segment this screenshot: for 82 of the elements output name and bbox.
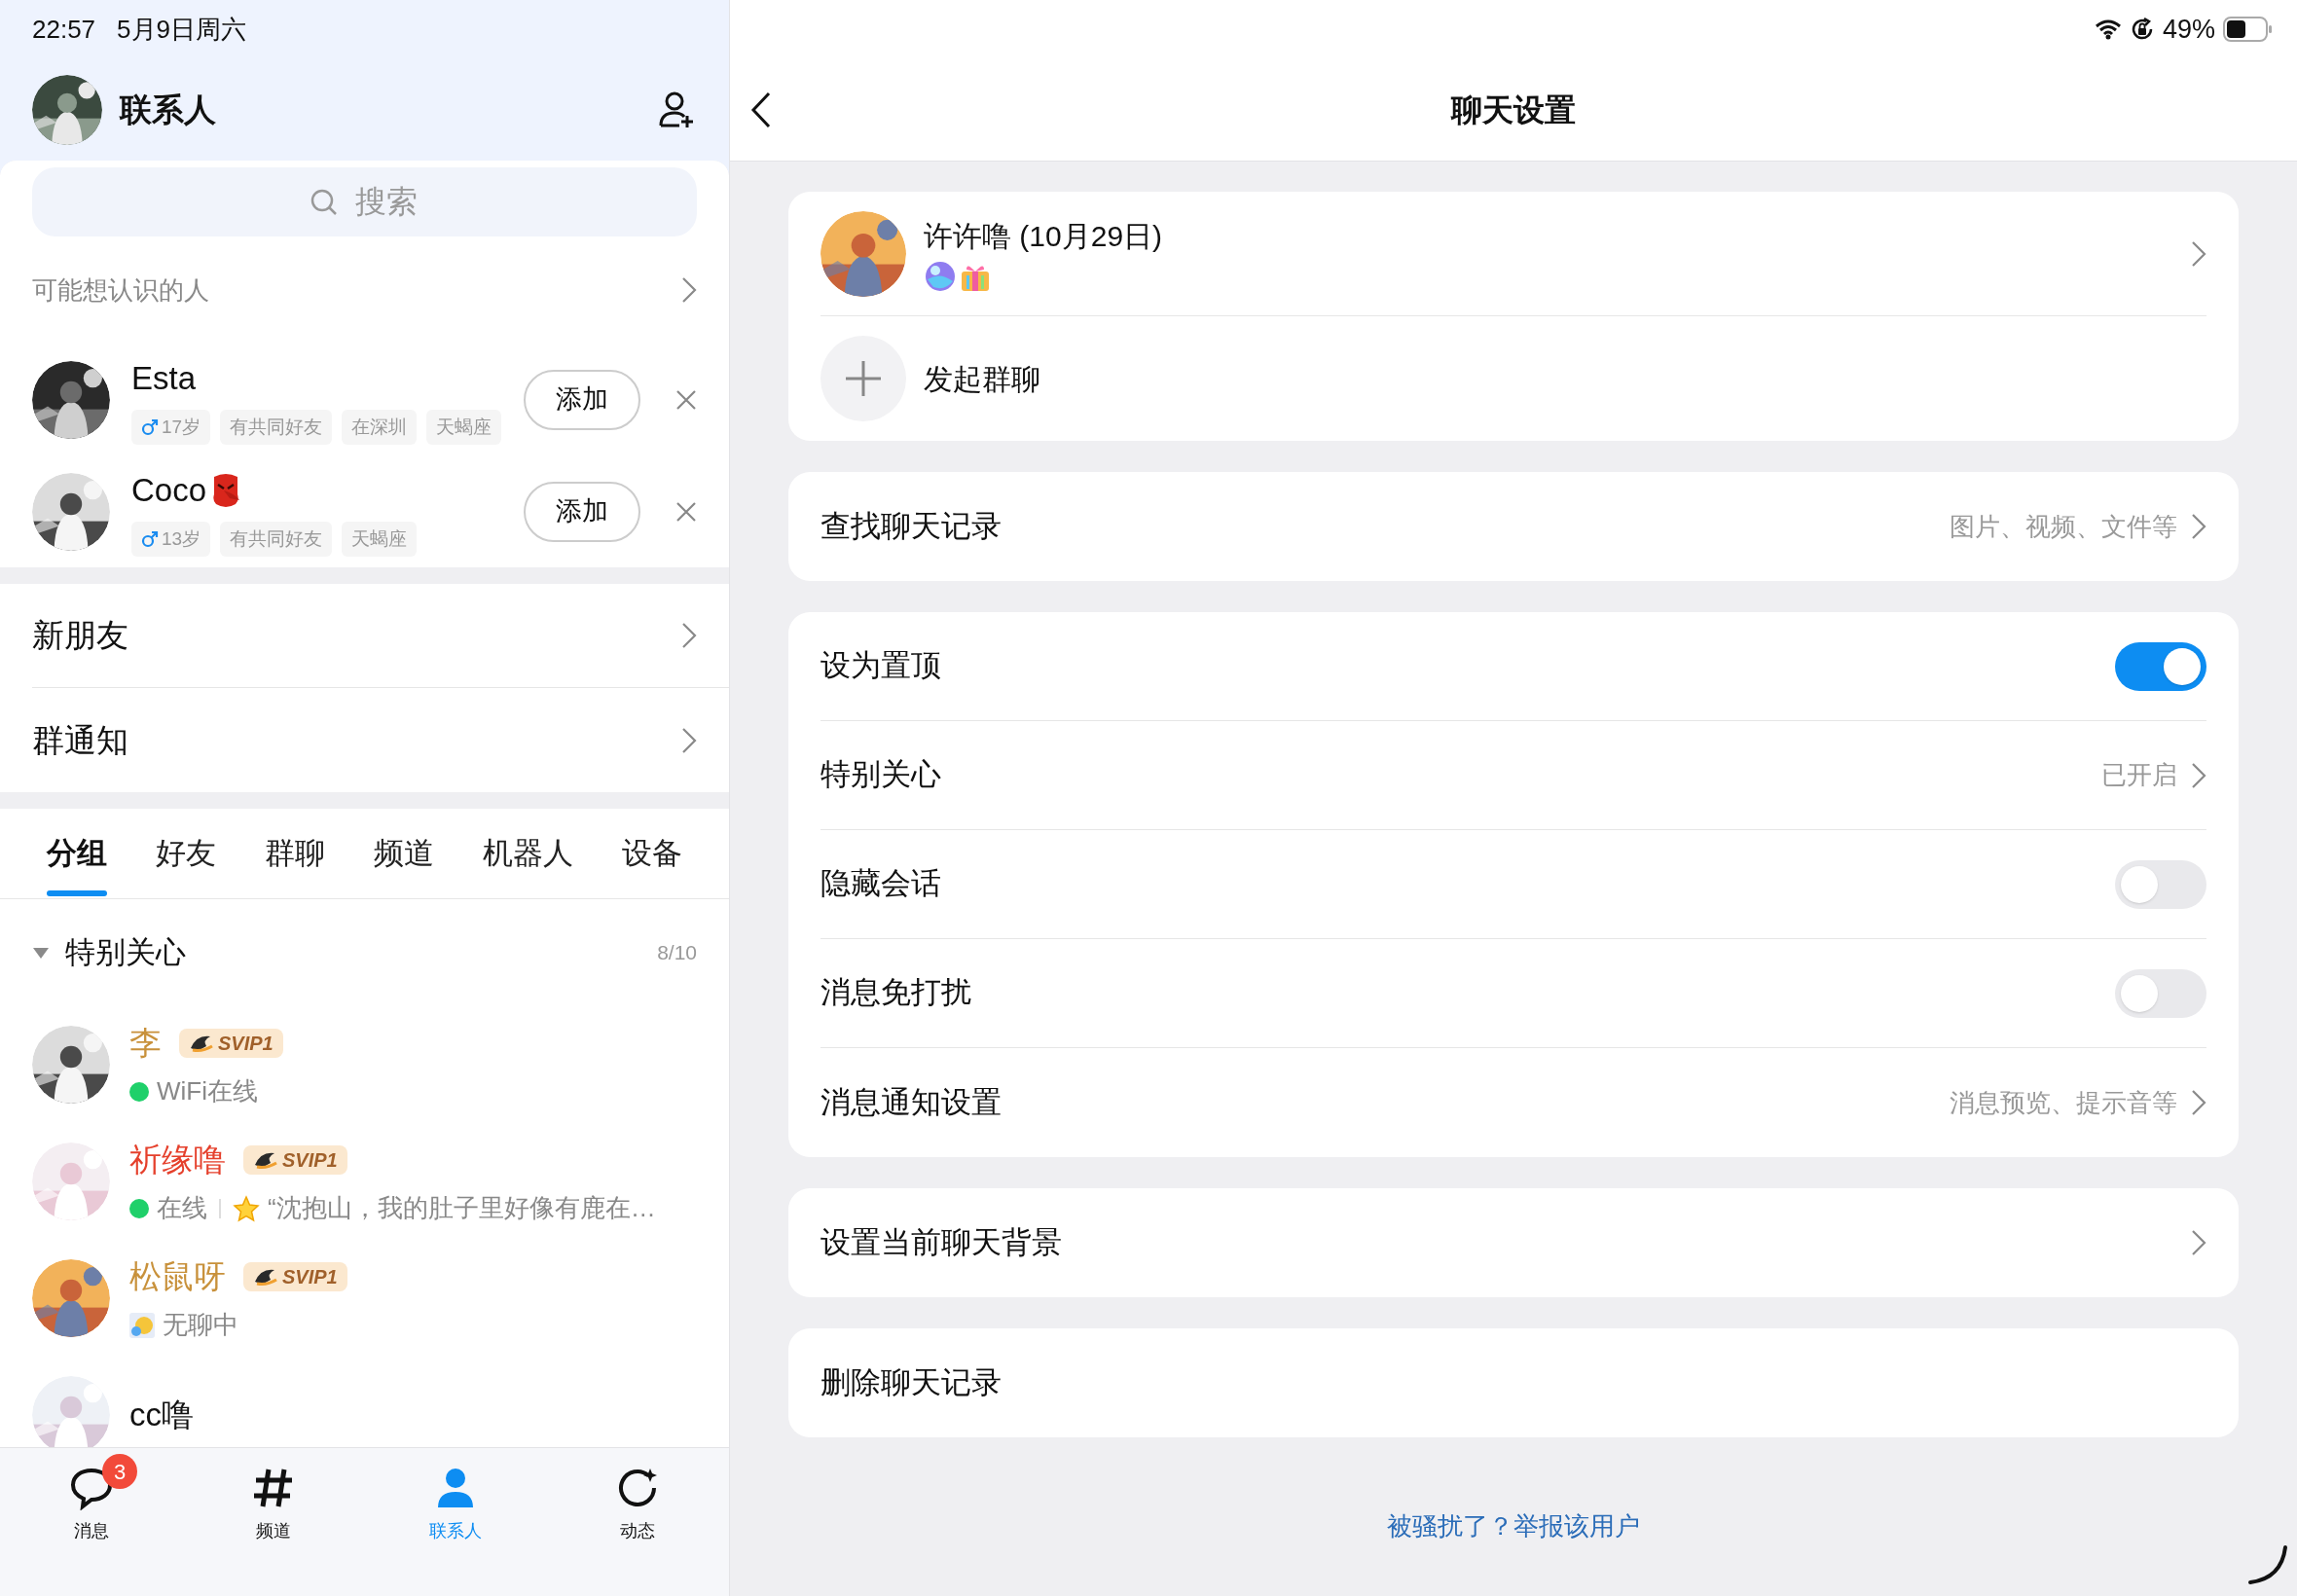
info-tag: 在深圳 (342, 410, 418, 446)
settings-row[interactable]: 删除聊天记录 (820, 1328, 2206, 1437)
row-hint: 已开启 (2101, 759, 2177, 791)
signature-text: “沈抱山，我的肚子里好像有鹿在… (268, 1192, 656, 1225)
chevron-right-icon (681, 622, 697, 649)
chevron-right-icon (681, 726, 697, 754)
category-tab[interactable]: 频道 (356, 809, 452, 898)
settings-row[interactable]: 设置当前聊天背景 (820, 1188, 2206, 1297)
category-tab[interactable]: 好友 (138, 809, 234, 898)
chevron-right-icon (2191, 1089, 2206, 1116)
star-icon (233, 1194, 260, 1222)
category-tab[interactable]: 分组 (29, 809, 125, 898)
status-text: 在线 (157, 1192, 207, 1225)
svip-badge: SVIP1 (179, 1028, 283, 1058)
svip-badge: SVIP1 (243, 1261, 347, 1291)
page-title: 聊天设置 (1451, 91, 1576, 129)
svip-badge: SVIP1 (243, 1144, 347, 1175)
chevron-right-icon (681, 276, 697, 304)
status-time: 22:57 (32, 13, 96, 46)
chat-bubble-icon (68, 1466, 114, 1510)
close-icon[interactable] (675, 500, 697, 523)
male-icon (141, 530, 159, 549)
contact-name: 祈缘噜 (129, 1140, 226, 1179)
chevron-right-icon (2191, 239, 2206, 268)
sleepy-face-icon (129, 1312, 155, 1338)
info-tag: 有共同好友 (220, 522, 333, 558)
contact-name: cc噜 (129, 1396, 194, 1435)
setting-label: 隐藏会话 (820, 865, 942, 903)
toggle-switch[interactable] (2115, 641, 2206, 691)
info-tag: 天蝎座 (426, 410, 502, 446)
search-field[interactable]: 搜索 (32, 167, 697, 236)
category-tab[interactable]: 设备 (604, 809, 700, 898)
plus-icon (820, 336, 906, 421)
settings-row[interactable]: 查找聊天记录 图片、视频、文件等 (820, 472, 2206, 581)
corner-stroke-icon[interactable] (2246, 1543, 2289, 1586)
row-hint: 图片、视频、文件等 (1950, 510, 2177, 543)
age-tag: 17岁 (131, 410, 211, 446)
row-hint: 消息预览、提示音等 (1950, 1086, 2177, 1119)
nav-tab[interactable]: 频道 (242, 1466, 304, 1544)
setting-label: 消息免打扰 (820, 974, 972, 1012)
status-text: WiFi在线 (157, 1075, 258, 1108)
age-tag: 13岁 (131, 522, 211, 558)
unread-badge: 3 (102, 1454, 137, 1489)
contact-name: 许许噜 (10月29日) (924, 219, 1164, 254)
toggle-switch[interactable] (2115, 968, 2206, 1018)
contact-name: 松鼠呀 (129, 1256, 226, 1296)
info-tag: 天蝎座 (342, 522, 418, 558)
male-icon (141, 418, 159, 437)
category-tab[interactable]: 机器人 (465, 809, 591, 898)
back-icon[interactable] (749, 90, 773, 129)
report-link[interactable]: 被骚扰了？举报该用户 (1387, 1507, 1640, 1545)
info-tag: 有共同好友 (220, 410, 333, 446)
section-title: 可能想认识的人 (32, 273, 210, 307)
add-button[interactable]: 添加 (524, 481, 640, 542)
person-name: Coco (131, 470, 207, 510)
add-button[interactable]: 添加 (524, 369, 640, 430)
close-icon[interactable] (675, 388, 697, 411)
menu-row[interactable]: 新朋友 (32, 584, 729, 688)
search-icon (310, 188, 339, 217)
chevron-right-icon (2191, 761, 2206, 789)
status-text: 无聊中 (163, 1309, 238, 1342)
action-row[interactable]: 发起群聊 (820, 316, 2206, 441)
profile-row[interactable]: 许许噜 (10月29日) (820, 192, 2206, 316)
globe-icon (924, 260, 957, 293)
menu-row[interactable]: 群通知 (32, 688, 729, 792)
chevron-right-icon (2191, 513, 2206, 540)
battery-icon (2223, 17, 2274, 42)
chevron-right-icon (2191, 1229, 2206, 1256)
settings-row[interactable]: 特别关心 已开启 (820, 721, 2206, 830)
nav-tab[interactable]: 动态 (607, 1466, 669, 1544)
status-date: 5月9日周六 (117, 13, 246, 46)
group-count: 8/10 (657, 940, 697, 966)
battery-percent: 49% (2162, 13, 2215, 46)
settings-row[interactable]: 消息通知设置 消息预览、提示音等 (820, 1048, 2206, 1157)
group-name: 特别关心 (65, 933, 187, 971)
toggle-switch[interactable] (2115, 859, 2206, 909)
page-title: 联系人 (120, 90, 217, 129)
setting-label: 设为置顶 (820, 647, 942, 685)
category-tab[interactable]: 群聊 (247, 809, 343, 898)
contact-name: 李 (129, 1023, 162, 1063)
wifi-icon (2094, 18, 2122, 40)
person-name: Esta (131, 358, 197, 398)
